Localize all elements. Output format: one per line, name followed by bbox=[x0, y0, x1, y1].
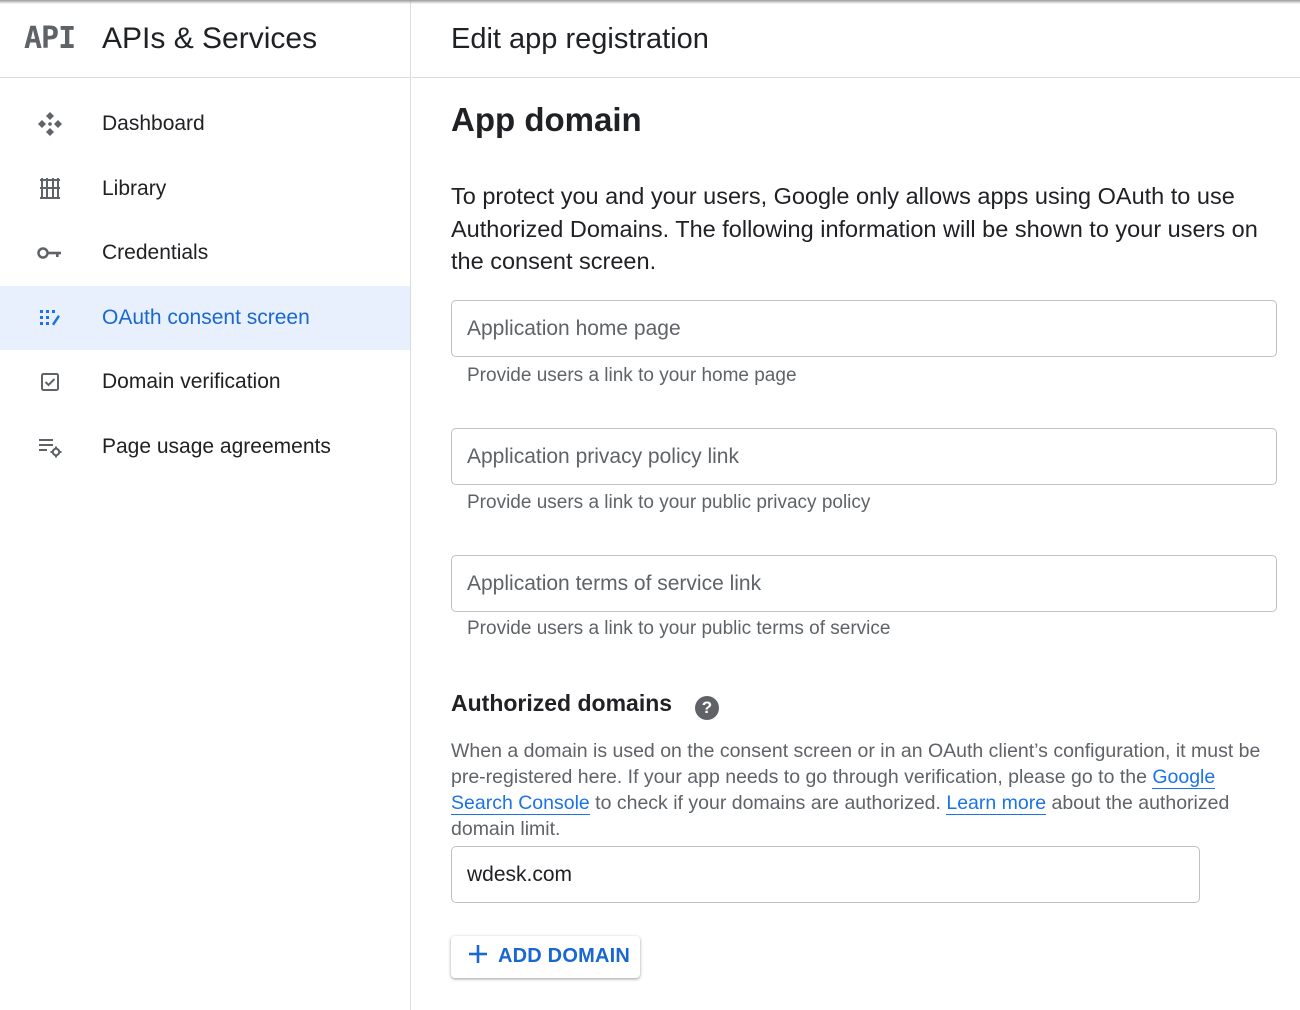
sidebar-item-label: Library bbox=[102, 176, 167, 200]
description-text: When a domain is used on the consent scr… bbox=[451, 740, 1261, 788]
dashboard-icon bbox=[36, 110, 64, 138]
home-page-field[interactable] bbox=[451, 300, 1277, 357]
add-domain-button[interactable]: ADD DOMAIN bbox=[451, 936, 640, 978]
top-shadow bbox=[0, 0, 1300, 4]
api-logo: API bbox=[24, 21, 76, 56]
sidebar: API APIs & Services Dashboard Library Cr… bbox=[0, 0, 411, 1010]
authorized-domains-title: Authorized domains bbox=[451, 690, 673, 716]
sidebar-item-credentials[interactable]: Credentials bbox=[0, 221, 410, 286]
terms-of-service-field[interactable] bbox=[451, 555, 1277, 612]
plus-icon bbox=[467, 943, 489, 965]
privacy-policy-field[interactable] bbox=[451, 428, 1277, 485]
terms-of-service-input[interactable] bbox=[467, 571, 1261, 596]
authorized-domain-input[interactable] bbox=[467, 862, 1184, 887]
sidebar-item-label: Page usage agreements bbox=[102, 434, 331, 458]
key-icon bbox=[36, 239, 64, 267]
page-title: Edit app registration bbox=[451, 23, 709, 55]
help-icon[interactable]: ? bbox=[695, 696, 719, 720]
sidebar-item-label: Credentials bbox=[102, 241, 209, 265]
sidebar-item-label: Domain verification bbox=[102, 370, 281, 394]
sidebar-title: APIs & Services bbox=[102, 22, 318, 55]
terms-of-service-hint: Provide users a link to your public term… bbox=[467, 618, 891, 639]
sidebar-item-label: OAuth consent screen bbox=[102, 305, 310, 329]
learn-more-link[interactable]: Learn more bbox=[946, 792, 1047, 815]
privacy-policy-input[interactable] bbox=[467, 444, 1261, 469]
sidebar-item-domain-verification[interactable]: Domain verification bbox=[0, 350, 410, 415]
main-header: Edit app registration bbox=[412, 0, 1300, 78]
description-text: to check if your domains are authorized. bbox=[589, 792, 947, 814]
authorized-domain-field[interactable] bbox=[451, 846, 1200, 903]
consent-icon bbox=[36, 304, 64, 332]
section-title: App domain bbox=[451, 101, 642, 138]
sidebar-item-page-usage-agreements[interactable]: Page usage agreements bbox=[0, 415, 410, 480]
sidebar-header: API APIs & Services bbox=[0, 0, 410, 78]
home-page-hint: Provide users a link to your home page bbox=[467, 365, 797, 386]
sidebar-item-library[interactable]: Library bbox=[0, 157, 410, 222]
section-intro: To protect you and your users, Google on… bbox=[451, 183, 1258, 274]
sidebar-nav: Dashboard Library Credentials OAuth cons… bbox=[0, 92, 410, 479]
add-domain-label: ADD DOMAIN bbox=[498, 945, 630, 967]
sidebar-item-dashboard[interactable]: Dashboard bbox=[0, 92, 410, 157]
library-icon bbox=[36, 175, 64, 203]
privacy-policy-hint: Provide users a link to your public priv… bbox=[467, 492, 871, 513]
checkbox-icon bbox=[36, 368, 64, 396]
authorized-domains-description: When a domain is used on the consent scr… bbox=[451, 738, 1277, 842]
sidebar-item-oauth-consent-screen[interactable]: OAuth consent screen bbox=[0, 285, 410, 350]
home-page-input[interactable] bbox=[467, 316, 1261, 341]
settings-list-icon bbox=[36, 433, 64, 461]
sidebar-item-label: Dashboard bbox=[102, 112, 205, 136]
